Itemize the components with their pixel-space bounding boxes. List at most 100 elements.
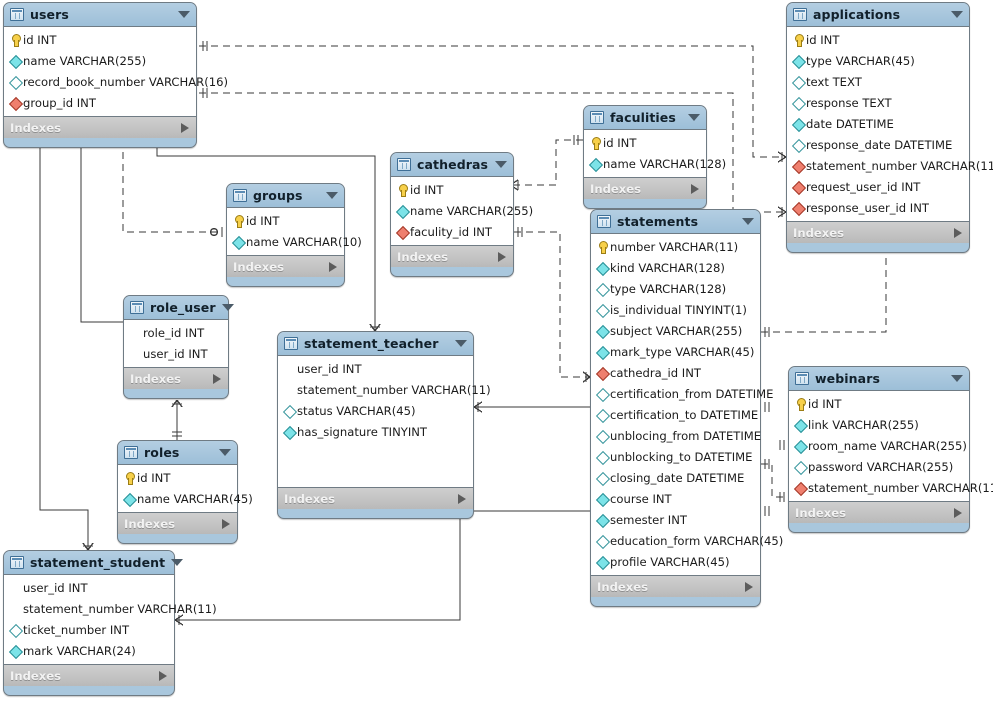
chevron-down-icon[interactable]	[326, 192, 338, 199]
chevron-down-icon[interactable]	[742, 218, 754, 225]
expand-arrow-icon[interactable]	[329, 261, 337, 272]
column-row[interactable]: id INT	[118, 467, 237, 488]
column-row[interactable]: role_id INT	[124, 322, 228, 343]
column-row[interactable]: request_user_id INT	[787, 176, 969, 197]
column-row[interactable]: course INT	[591, 488, 760, 509]
column-row[interactable]: type VARCHAR(45)	[787, 50, 969, 71]
table-header[interactable]: webinars	[789, 367, 969, 390]
chevron-down-icon[interactable]	[219, 449, 231, 456]
column-row[interactable]: type VARCHAR(128)	[591, 278, 760, 299]
column-row[interactable]: cathedra_id INT	[591, 362, 760, 383]
indexes-bar[interactable]: Indexes	[118, 513, 237, 534]
column-row[interactable]: name VARCHAR(10)	[227, 231, 362, 252]
chevron-down-icon[interactable]	[455, 340, 467, 347]
expand-arrow-icon[interactable]	[458, 493, 466, 504]
chevron-down-icon[interactable]	[221, 304, 234, 311]
column-row[interactable]: is_individual TINYINT(1)	[591, 299, 760, 320]
column-row[interactable]: certification_from DATETIME	[591, 383, 773, 404]
table-header[interactable]: role_user	[124, 296, 234, 319]
column-row[interactable]: kind VARCHAR(128)	[591, 257, 760, 278]
indexes-bar[interactable]: Indexes	[789, 502, 969, 523]
column-row[interactable]: password VARCHAR(255)	[789, 456, 969, 477]
chevron-down-icon[interactable]	[951, 375, 963, 382]
column-row[interactable]: id INT	[4, 29, 196, 50]
column-row[interactable]: unblocking_to DATETIME	[591, 446, 760, 467]
expand-arrow-icon[interactable]	[498, 251, 506, 262]
expand-arrow-icon[interactable]	[213, 373, 221, 384]
column-row[interactable]: group_id INT	[4, 92, 196, 113]
column-row[interactable]: response TEXT	[787, 92, 969, 113]
column-row[interactable]: semester INT	[591, 509, 760, 530]
column-row[interactable]: statement_number VARCHAR(11)	[278, 379, 491, 400]
expand-arrow-icon[interactable]	[159, 670, 167, 681]
chevron-down-icon[interactable]	[171, 559, 184, 566]
expand-arrow-icon[interactable]	[745, 581, 753, 592]
table-users[interactable]: users id INT name VARCHAR(255) record_book…	[3, 2, 228, 148]
table-groups[interactable]: groups id INT name VARCHAR(10) Indexes	[226, 183, 362, 287]
table-header[interactable]: users	[4, 3, 196, 26]
column-row[interactable]: certification_to DATETIME	[591, 404, 760, 425]
expand-arrow-icon[interactable]	[181, 122, 189, 133]
table-webinars[interactable]: webinars id INT link VARCHAR(255) room_nam…	[788, 366, 993, 533]
chevron-down-icon[interactable]	[688, 114, 700, 121]
expand-arrow-icon[interactable]	[222, 518, 230, 529]
table-header[interactable]: faculities	[584, 106, 706, 129]
table-statements[interactable]: statements number VARCHAR(11) kind VARCHA…	[590, 209, 783, 607]
indexes-bar[interactable]: Indexes	[391, 246, 513, 267]
column-row[interactable]: id INT	[391, 179, 513, 200]
column-row[interactable]: has_signature TINYINT	[278, 421, 473, 442]
indexes-bar[interactable]: Indexes	[4, 665, 174, 686]
column-row[interactable]	[278, 463, 473, 484]
table-header[interactable]: statements	[591, 210, 760, 233]
column-row[interactable]: education_form VARCHAR(45)	[591, 530, 783, 551]
expand-arrow-icon[interactable]	[954, 507, 962, 518]
table-faculities[interactable]: faculities id INT name VARCHAR(128) Index…	[583, 105, 726, 209]
table-header[interactable]: roles	[118, 441, 237, 464]
chevron-down-icon[interactable]	[178, 11, 190, 18]
column-row[interactable]: response_date DATETIME	[787, 134, 969, 155]
table-header[interactable]: statement_student	[4, 551, 184, 574]
table-header[interactable]: groups	[227, 184, 344, 207]
column-row[interactable]: statement_number VARCHAR(11)	[4, 598, 217, 619]
column-row[interactable]: name VARCHAR(255)	[391, 200, 533, 221]
column-row[interactable]: text TEXT	[787, 71, 969, 92]
indexes-bar[interactable]: Indexes	[227, 256, 344, 277]
table-statement-teacher[interactable]: statement_teacher user_id INT statement_n…	[277, 331, 491, 519]
column-row[interactable]: closing_date DATETIME	[591, 467, 760, 488]
indexes-bar[interactable]: Indexes	[584, 178, 706, 199]
table-header[interactable]: cathedras	[391, 153, 513, 176]
column-row[interactable]: profile VARCHAR(45)	[591, 551, 760, 572]
indexes-bar[interactable]: Indexes	[591, 576, 760, 597]
expand-arrow-icon[interactable]	[954, 227, 962, 238]
chevron-down-icon[interactable]	[951, 11, 963, 18]
column-row[interactable]: name VARCHAR(255)	[4, 50, 196, 71]
column-row[interactable]: link VARCHAR(255)	[789, 414, 969, 435]
table-statement-student[interactable]: statement_student user_id INT statement_n…	[3, 550, 217, 696]
column-row[interactable]: response_user_id INT	[787, 197, 969, 218]
column-row[interactable]: name VARCHAR(128)	[584, 153, 726, 174]
table-roles[interactable]: roles id INT name VARCHAR(45) Indexes	[117, 440, 253, 544]
column-row[interactable]: user_id INT	[4, 577, 174, 598]
column-row[interactable]: subject VARCHAR(255)	[591, 320, 760, 341]
column-row[interactable]: statement_number VARCHAR(11)	[787, 155, 993, 176]
table-cathedras[interactable]: cathedras id INT name VARCHAR(255) faculit…	[390, 152, 533, 277]
column-row[interactable]: user_id INT	[278, 358, 473, 379]
column-row[interactable]	[278, 442, 473, 463]
table-header[interactable]: applications	[787, 3, 969, 26]
indexes-bar[interactable]: Indexes	[787, 222, 969, 243]
expand-arrow-icon[interactable]	[691, 183, 699, 194]
column-row[interactable]: id INT	[227, 210, 344, 231]
chevron-down-icon[interactable]	[495, 161, 507, 168]
column-row[interactable]: record_book_number VARCHAR(16)	[4, 71, 228, 92]
column-row[interactable]: user_id INT	[124, 343, 228, 364]
table-role-user[interactable]: role_user role_id INT user_id INT Indexes	[123, 295, 234, 399]
column-row[interactable]: status VARCHAR(45)	[278, 400, 473, 421]
column-row[interactable]: id INT	[789, 393, 969, 414]
table-applications[interactable]: applications id INT type VARCHAR(45) text …	[786, 2, 993, 253]
column-row[interactable]: date DATETIME	[787, 113, 969, 134]
column-row[interactable]: mark VARCHAR(24)	[4, 640, 174, 661]
column-row[interactable]: unblocing_from DATETIME	[591, 425, 761, 446]
column-row[interactable]: name VARCHAR(45)	[118, 488, 253, 509]
column-row[interactable]: number VARCHAR(11)	[591, 236, 760, 257]
indexes-bar[interactable]: Indexes	[4, 117, 196, 138]
